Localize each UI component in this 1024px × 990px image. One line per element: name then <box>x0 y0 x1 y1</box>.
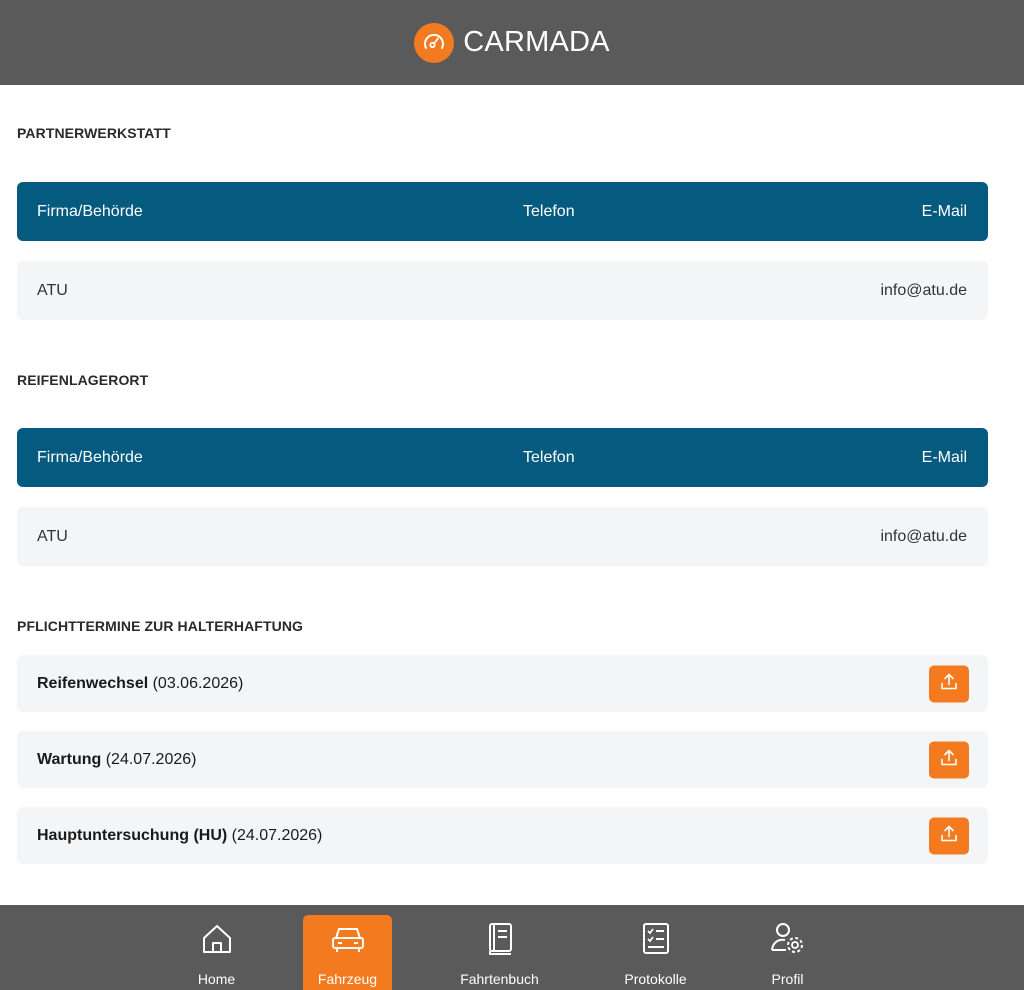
upload-button[interactable] <box>929 741 969 778</box>
duty-name: Hauptuntersuchung (HU) <box>37 826 228 844</box>
upload-icon <box>939 823 959 848</box>
column-company: Firma/Behörde <box>37 448 143 466</box>
car-icon <box>329 921 367 957</box>
cell-company: ATU <box>37 527 68 545</box>
bottom-nav: Home Fahrzeug Fahrtenbuch Protokolle Pro… <box>0 905 1024 990</box>
list-item: Wartung (24.07.2026) <box>17 731 988 788</box>
nav-protocols[interactable]: Protokolle <box>611 915 700 990</box>
duty-date: (24.07.2026) <box>227 826 323 844</box>
upload-icon <box>939 747 959 772</box>
table-row[interactable]: ATU info@atu.de <box>17 507 988 566</box>
nav-label: Fahrtenbuch <box>460 971 539 987</box>
column-company: Firma/Behörde <box>37 202 143 220</box>
nav-label: Profil <box>771 971 804 987</box>
cell-email[interactable]: info@atu.de <box>880 528 967 546</box>
partner-table-header: Firma/Behörde Telefon E-Mail <box>17 182 988 241</box>
nav-profile[interactable]: Profil <box>743 915 832 990</box>
cell-email[interactable]: info@atu.de <box>880 282 967 300</box>
brand-name: CARMADA <box>463 26 610 58</box>
duty-name: Reifenwechsel <box>37 674 149 692</box>
upload-button[interactable] <box>929 665 969 702</box>
tire-storage-section-title: REIFENLAGERORT <box>17 372 149 388</box>
home-icon <box>199 921 235 957</box>
upload-button[interactable] <box>929 817 969 854</box>
list-item: Hauptuntersuchung (HU) (24.07.2026) <box>17 807 988 864</box>
cell-company: ATU <box>37 281 68 299</box>
duties-section-title: PFLICHTTERMINE ZUR HALTERHAFTUNG <box>17 618 304 634</box>
user-settings-icon <box>768 921 808 957</box>
table-row[interactable]: ATU info@atu.de <box>17 261 988 320</box>
duty-date: (24.07.2026) <box>101 750 197 768</box>
nav-label: Protokolle <box>624 971 687 987</box>
column-email: E-Mail <box>921 202 967 220</box>
duty-text: Hauptuntersuchung (HU) (24.07.2026) <box>37 827 322 845</box>
duty-name: Wartung <box>37 750 102 768</box>
speedometer-icon <box>414 22 455 63</box>
nav-logbook[interactable]: Fahrtenbuch <box>455 915 544 990</box>
book-icon <box>482 921 518 957</box>
nav-vehicle[interactable]: Fahrzeug <box>303 915 392 990</box>
checklist-icon <box>638 921 674 957</box>
column-email: E-Mail <box>921 448 967 466</box>
nav-label: Home <box>197 971 236 987</box>
column-phone: Telefon <box>523 448 575 466</box>
brand[interactable]: CARMADA <box>414 22 610 63</box>
tire-storage-table-header: Firma/Behörde Telefon E-Mail <box>17 428 988 487</box>
partner-section-title: PARTNERWERKSTATT <box>17 125 171 141</box>
duty-text: Reifenwechsel (03.06.2026) <box>37 675 243 693</box>
app-header: CARMADA <box>0 0 1024 85</box>
duty-text: Wartung (24.07.2026) <box>37 751 196 769</box>
nav-home[interactable]: Home <box>172 915 261 990</box>
column-phone: Telefon <box>523 202 575 220</box>
nav-label: Fahrzeug <box>317 971 378 987</box>
upload-icon <box>939 671 959 696</box>
list-item: Reifenwechsel (03.06.2026) <box>17 655 988 712</box>
duty-date: (03.06.2026) <box>148 674 244 692</box>
